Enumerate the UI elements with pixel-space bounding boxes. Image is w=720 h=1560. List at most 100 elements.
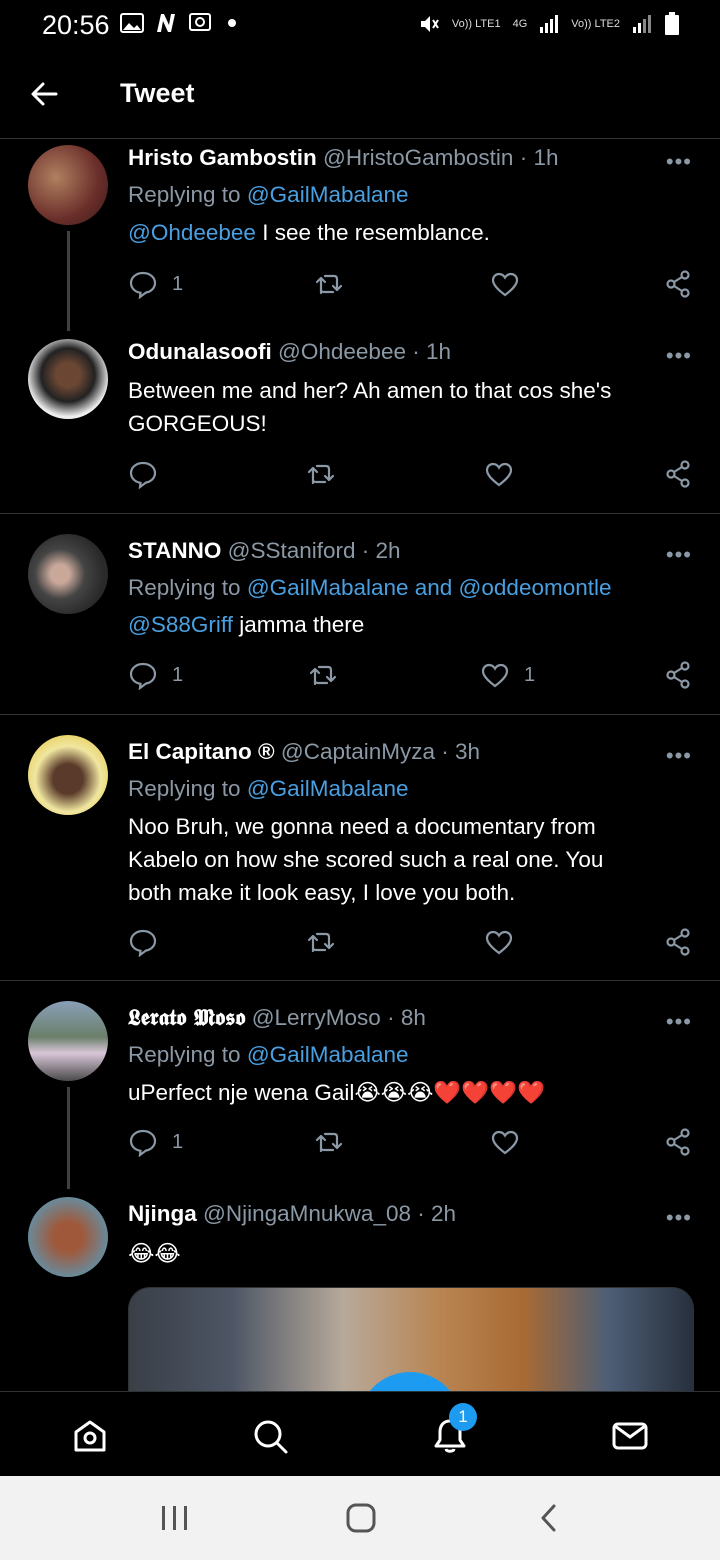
- retweet-button[interactable]: [314, 269, 344, 299]
- author-name[interactable]: Njinga: [128, 1201, 197, 1226]
- dot-icon: [228, 19, 236, 27]
- back-arrow-icon[interactable]: [28, 78, 60, 110]
- signal-icon-2: [633, 15, 651, 33]
- tweet-body-line: Between me and her? Ah amen to that cos …: [128, 378, 612, 403]
- tweet-time: · 1h: [412, 339, 452, 364]
- tweet-actions: [128, 459, 698, 495]
- reply-button[interactable]: [128, 927, 158, 957]
- reply-bubble-icon: [129, 929, 157, 957]
- tweet-item[interactable]: Hristo Gambostin @HristoGambostin · 1h •…: [0, 139, 720, 335]
- avatar[interactable]: [28, 1001, 108, 1081]
- author-name[interactable]: El Capitano ®: [128, 739, 275, 764]
- replying-prefix: Replying to: [128, 1042, 241, 1067]
- share-icon: [666, 661, 690, 689]
- share-button[interactable]: [663, 927, 693, 957]
- like-button[interactable]: [490, 269, 534, 299]
- reply-count: 1: [172, 272, 184, 295]
- tweet-actions: [128, 927, 698, 963]
- reply-button[interactable]: [128, 459, 158, 489]
- tweet-time: · 8h: [387, 1005, 426, 1030]
- replying-prefix: Replying to: [128, 776, 241, 801]
- back-nav-icon[interactable]: [536, 1500, 562, 1536]
- author-handle: @HristoGambostin: [323, 145, 514, 170]
- tweet-item[interactable]: 𝕷𝖊𝖗𝖆𝖙𝖔 𝕸𝖔𝖘𝖔 @LerryMoso · 8h ••• Replying…: [0, 981, 720, 1189]
- share-button[interactable]: [663, 269, 693, 299]
- notification-badge: 1: [449, 1403, 477, 1431]
- retweet-button[interactable]: [306, 459, 336, 489]
- reply-to-link[interactable]: @GailMabalane: [247, 182, 409, 207]
- tweet-header: Hristo Gambostin @HristoGambostin · 1h: [128, 145, 559, 171]
- system-nav-bar: [0, 1476, 720, 1560]
- tweet-text: Noo Bruh, we gonna need a documentary fr…: [128, 810, 688, 909]
- tweet-body: I see the resemblance.: [262, 220, 490, 245]
- reply-button[interactable]: 1: [128, 269, 183, 299]
- reply-to-link[interactable]: @GailMabalane: [247, 1042, 409, 1067]
- reply-to-link[interactable]: @GailMabalane: [247, 776, 409, 801]
- reply-button[interactable]: 1: [128, 660, 183, 690]
- like-button[interactable]: [484, 927, 514, 957]
- status-time: 20:56: [42, 10, 110, 40]
- tweet-body-line: both make it look easy, I love you both.: [128, 880, 516, 905]
- mention-link[interactable]: @Ohdeebee: [128, 220, 256, 245]
- more-dots-icon[interactable]: •••: [666, 149, 692, 175]
- more-dots-icon[interactable]: •••: [666, 1009, 692, 1035]
- share-icon: [666, 928, 690, 956]
- heart-icon: [485, 930, 513, 955]
- tweet-text: 😂😂: [128, 1241, 181, 1266]
- reply-count: 1: [172, 663, 184, 686]
- tweet-body: jamma there: [239, 612, 365, 637]
- avatar[interactable]: [28, 145, 108, 225]
- share-button[interactable]: [663, 1127, 693, 1157]
- messages-icon[interactable]: [610, 1416, 650, 1456]
- author-name[interactable]: STANNO: [128, 538, 221, 563]
- reply-button[interactable]: 1: [128, 1127, 183, 1157]
- author-handle: @NjingaMnukwa_08: [203, 1201, 411, 1226]
- heart-icon: [481, 663, 509, 688]
- tweet-body-line: GORGEOUS!: [128, 411, 267, 436]
- avatar[interactable]: [28, 339, 108, 419]
- share-button[interactable]: [663, 660, 693, 690]
- tweet-item[interactable]: STANNO @SStaniford · 2h ••• Replying to …: [0, 514, 720, 715]
- lte2-label: Vo)) LTE2: [571, 18, 620, 30]
- like-button[interactable]: [490, 1127, 520, 1157]
- search-icon[interactable]: [250, 1416, 290, 1456]
- avatar[interactable]: [28, 1197, 108, 1277]
- author-name[interactable]: Odunalasoofi: [128, 339, 272, 364]
- replies-feed: Hristo Gambostin @HristoGambostin · 1h •…: [0, 139, 720, 1391]
- author-name[interactable]: 𝕷𝖊𝖗𝖆𝖙𝖔 𝕸𝖔𝖘𝖔: [128, 1005, 245, 1031]
- retweet-button[interactable]: [308, 660, 338, 690]
- retweet-button[interactable]: [314, 1127, 344, 1157]
- lte1-label: Vo)) LTE1: [451, 18, 501, 30]
- tweet-item[interactable]: El Capitano ® @CaptainMyza · 3h ••• Repl…: [0, 715, 720, 981]
- avatar[interactable]: [28, 735, 108, 815]
- share-button[interactable]: [663, 459, 693, 489]
- recent-apps-icon[interactable]: [158, 1502, 192, 1534]
- mention-link[interactable]: @S88Griff: [128, 612, 233, 637]
- more-dots-icon[interactable]: •••: [666, 743, 692, 769]
- tweet-time: · 2h: [361, 538, 401, 563]
- tweet-header: STANNO @SStaniford · 2h: [128, 538, 401, 564]
- avatar[interactable]: [28, 534, 108, 614]
- tweet-time: · 1h: [519, 145, 559, 170]
- heart-icon: [491, 1130, 519, 1155]
- more-dots-icon[interactable]: •••: [666, 1205, 692, 1231]
- tweet-header: El Capitano ® @CaptainMyza · 3h: [128, 739, 480, 765]
- author-handle: @LerryMoso: [251, 1005, 381, 1030]
- share-icon: [666, 1128, 690, 1156]
- retweet-button[interactable]: [306, 927, 336, 957]
- heart-icon: [491, 272, 519, 297]
- home-nav-icon[interactable]: [343, 1500, 379, 1536]
- replying-prefix: Replying to: [128, 182, 241, 207]
- share-icon: [666, 460, 690, 488]
- like-button[interactable]: [484, 459, 514, 489]
- author-name[interactable]: Hristo Gambostin: [128, 145, 317, 170]
- home-icon[interactable]: [70, 1416, 110, 1456]
- tweet-item[interactable]: Odunalasoofi @Ohdeebee · 1h ••• Between …: [0, 335, 720, 514]
- share-icon: [666, 270, 690, 298]
- retweet-icon: [307, 464, 335, 485]
- more-dots-icon[interactable]: •••: [666, 542, 692, 568]
- reply-to-link[interactable]: @GailMabalane and @oddeomontle: [247, 575, 612, 600]
- tweet-text: Between me and her? Ah amen to that cos …: [128, 374, 688, 440]
- more-dots-icon[interactable]: •••: [666, 343, 692, 369]
- like-button[interactable]: 1: [480, 660, 535, 690]
